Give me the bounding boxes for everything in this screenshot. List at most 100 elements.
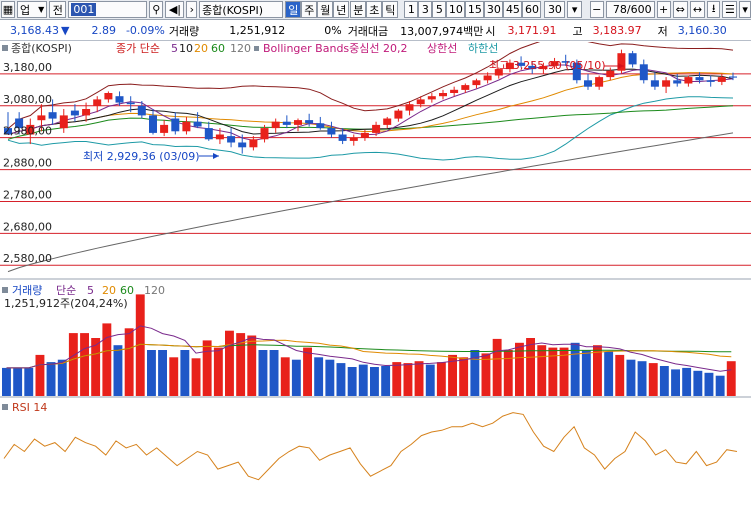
volume-bar <box>682 367 692 396</box>
volume-bar <box>80 333 89 396</box>
volume-bar <box>280 357 290 396</box>
chevron-right-icon[interactable]: › <box>186 1 198 18</box>
chevron-down-icon: ▼ <box>38 5 45 14</box>
volume-bar <box>425 364 435 396</box>
candle-body <box>316 123 325 129</box>
stock-chart[interactable]: 3,180,00 3,080,00 2,980,00 2,880,00 2,780,00… <box>0 42 751 510</box>
volume-bar <box>726 361 736 396</box>
volume-bar <box>124 328 134 396</box>
candle-body <box>372 124 381 133</box>
rsi-handle-icon[interactable] <box>2 404 8 410</box>
grid-menu-icon[interactable]: ▦ <box>1 1 15 18</box>
volume-bar <box>414 361 424 396</box>
amount-label: 거래대금 <box>347 24 389 38</box>
volume-bar <box>147 350 156 396</box>
volume-bar <box>258 350 268 396</box>
rsi-line <box>3 412 738 481</box>
period-minute-button[interactable]: 분 <box>350 1 367 18</box>
candle-body <box>48 112 57 119</box>
volume-value: 1,251,912 <box>229 24 286 37</box>
candle-body <box>327 128 336 135</box>
interval-1-button[interactable]: 1 <box>404 1 419 18</box>
search-icon[interactable]: ⚲ <box>149 1 164 18</box>
price-axis-label: 2,680,00 <box>3 220 52 233</box>
volume-bar <box>626 359 636 396</box>
download-icon[interactable]: ⭳ <box>706 1 721 18</box>
ma-legend-120: 120 <box>230 42 251 55</box>
sound-icon[interactable]: ◀| <box>165 1 185 18</box>
volume-handle-icon[interactable] <box>2 287 8 293</box>
volume-bar <box>615 354 625 396</box>
minus-icon[interactable]: − <box>589 1 604 18</box>
expand-icon[interactable]: ⇔ <box>672 1 688 18</box>
interval-60-button[interactable]: 60 <box>522 1 542 18</box>
volume-bar <box>392 362 402 396</box>
volume-current-text: 1,251,912주(204,24%) <box>4 297 128 310</box>
period-month-button[interactable]: 월 <box>317 1 334 18</box>
volume-bar <box>370 367 379 396</box>
period-day-button[interactable]: 일 <box>285 1 302 18</box>
candle-body <box>260 128 269 140</box>
plus-icon[interactable]: + <box>656 1 671 18</box>
high-value: 3,183.97 <box>592 24 642 37</box>
down-arrow-icon: ▼ <box>60 24 70 37</box>
volume-bar <box>526 338 535 396</box>
interval-45-button[interactable]: 45 <box>503 1 523 18</box>
candle-body <box>695 77 704 81</box>
candle-body <box>70 110 79 116</box>
volume-label: 거래량 <box>168 24 200 38</box>
candle-body <box>182 121 191 132</box>
interval-10-button[interactable]: 10 <box>446 1 466 18</box>
candle-body <box>282 121 291 125</box>
volume-bar <box>537 345 547 396</box>
rsi-title: RSI 14 <box>12 401 47 414</box>
candle-body <box>717 77 726 82</box>
volume-bar <box>169 357 179 396</box>
candle-body <box>193 121 202 127</box>
count-display[interactable]: 78/600 <box>605 1 655 18</box>
interval-3-button[interactable]: 3 <box>418 1 433 18</box>
volume-bar <box>68 333 78 396</box>
panel-handle-icon[interactable] <box>2 45 8 51</box>
low-label: 저 <box>657 24 668 38</box>
volume-bar <box>358 364 368 396</box>
settings-icon[interactable]: ☰ <box>722 1 738 18</box>
open-value: 3,171.91 <box>507 24 557 37</box>
index-name-field[interactable]: 종합(KOSPI) <box>199 1 284 18</box>
volume-bar <box>24 367 34 396</box>
chevron-down-icon[interactable]: ▾ <box>567 1 582 18</box>
period-year-button[interactable]: 년 <box>333 1 350 18</box>
market-button[interactable]: 전 <box>49 1 67 18</box>
candle-body <box>215 134 224 140</box>
candle-body <box>360 132 369 138</box>
menu-dropdown[interactable]: 업 ▼ <box>17 1 48 18</box>
fit-icon[interactable]: ↔ <box>689 1 705 18</box>
candle-body <box>584 80 592 87</box>
period-tick-button[interactable]: 틱 <box>382 1 399 18</box>
interval-15-button[interactable]: 15 <box>465 1 485 18</box>
ma-legend-20: 20 <box>194 42 208 55</box>
volume-bar <box>325 359 335 396</box>
candle-body <box>137 105 146 116</box>
volume-bar <box>659 366 669 396</box>
candle-body <box>394 110 403 119</box>
price-change: 2.89 <box>91 24 116 37</box>
high-annotation: 최고 3,255,90 (05/10) <box>489 59 606 72</box>
open-label: 시 <box>485 24 496 38</box>
code-input[interactable]: 001 <box>68 1 148 18</box>
volume-bar <box>35 354 45 396</box>
low-annotation: 최저 2,929,36 (03/09) <box>83 150 200 163</box>
price-axis-label: 2,780,00 <box>3 188 52 201</box>
volume-bar <box>336 363 346 396</box>
chevron-down-icon[interactable]: ▾ <box>739 1 751 18</box>
current-price: 3,168.43 <box>10 24 59 37</box>
period-week-button[interactable]: 주 <box>301 1 318 18</box>
interval-5-button[interactable]: 5 <box>432 1 447 18</box>
bollinger-handle-icon[interactable] <box>254 46 259 51</box>
interval-30-button[interactable]: 30 <box>484 1 504 18</box>
volume-bar <box>548 347 558 396</box>
period-second-button[interactable]: 초 <box>366 1 383 18</box>
price-change-pct: -0.09% <box>125 24 165 37</box>
interval-custom-input[interactable]: 30 <box>544 1 566 18</box>
volume-title: 거래량 <box>12 284 42 297</box>
